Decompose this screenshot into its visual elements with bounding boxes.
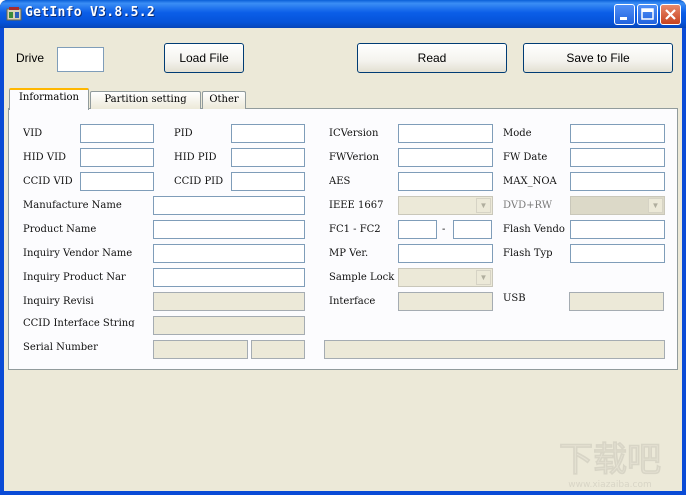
minimize-button[interactable] bbox=[614, 4, 635, 25]
drive-input[interactable] bbox=[57, 47, 104, 72]
serial-number-long-field[interactable] bbox=[324, 340, 665, 359]
mp-ver-field[interactable] bbox=[398, 244, 493, 263]
maximize-icon bbox=[641, 8, 654, 20]
ccid-vid-label: CCID VID bbox=[23, 176, 73, 187]
window-frame-right bbox=[682, 28, 686, 495]
inquiry-revision-label: Inquiry Revisi bbox=[23, 296, 94, 307]
maximize-button[interactable] bbox=[637, 4, 658, 25]
usb-field[interactable] bbox=[569, 292, 664, 311]
drive-label: Drive bbox=[16, 51, 45, 65]
inquiry-product-name-field[interactable] bbox=[153, 268, 305, 287]
fc1-fc2-label: FC1 - FC2 bbox=[329, 224, 381, 235]
ccid-interface-string-field[interactable] bbox=[153, 316, 305, 335]
xiazaiba-watermark-logo: 下载吧 www.xiazaiba.com bbox=[559, 440, 662, 490]
max-noa-label: MAX_NOA bbox=[503, 176, 557, 187]
flash-vendor-field[interactable] bbox=[570, 220, 665, 239]
ccid-vid-field[interactable] bbox=[80, 172, 154, 191]
serial-number-label: Serial Number bbox=[23, 342, 98, 353]
inquiry-vendor-name-label: Inquiry Vendor Name bbox=[23, 248, 133, 259]
hid-vid-field[interactable] bbox=[80, 148, 154, 167]
fw-date-label: FW Date bbox=[503, 152, 548, 163]
window-title: GetInfo V3.8.5.2 bbox=[25, 5, 156, 20]
flash-type-field[interactable] bbox=[570, 244, 665, 263]
fc2-field[interactable] bbox=[453, 220, 492, 239]
sample-lock-select[interactable]: ▼ bbox=[398, 268, 493, 287]
serial-number-extra-field[interactable] bbox=[251, 340, 305, 359]
inquiry-product-name-label: Inquiry Product Nar bbox=[23, 272, 126, 283]
fwverion-field[interactable] bbox=[398, 148, 493, 167]
icversion-label: ICVersion bbox=[329, 128, 379, 139]
vid-label: VID bbox=[23, 128, 43, 139]
read-button[interactable]: Read bbox=[357, 43, 507, 73]
vid-field[interactable] bbox=[80, 124, 154, 143]
chevron-down-icon: ▼ bbox=[648, 198, 663, 213]
fc-separator: - bbox=[442, 224, 446, 235]
watermark-text: 下载吧 bbox=[559, 440, 661, 480]
window-frame-bottom bbox=[0, 491, 686, 495]
save-to-file-button[interactable]: Save to File bbox=[523, 43, 673, 73]
sample-lock-label: Sample Lock bbox=[329, 272, 395, 283]
manufacture-name-label: Manufacture Name bbox=[23, 200, 122, 211]
mode-field[interactable] bbox=[570, 124, 665, 143]
fc1-field[interactable] bbox=[398, 220, 437, 239]
ccid-pid-label: CCID PID bbox=[174, 176, 224, 187]
close-icon bbox=[665, 9, 676, 20]
interface-label: Interface bbox=[329, 296, 376, 307]
hid-pid-field[interactable] bbox=[231, 148, 305, 167]
inquiry-revision-field[interactable] bbox=[153, 292, 305, 311]
max-noa-field[interactable] bbox=[570, 172, 665, 191]
minimize-icon bbox=[620, 17, 627, 20]
dvd-rw-select[interactable]: ▼ bbox=[570, 196, 665, 215]
inquiry-vendor-name-field[interactable] bbox=[153, 244, 305, 263]
ieee-1667-label: IEEE 1667 bbox=[329, 200, 384, 211]
watermark-url: www.xiazaiba.com bbox=[568, 480, 652, 490]
title-bar[interactable]: GetInfo V3.8.5.2 bbox=[0, 0, 686, 28]
hid-vid-label: HID VID bbox=[23, 152, 67, 163]
aes-field[interactable] bbox=[398, 172, 493, 191]
product-name-field[interactable] bbox=[153, 220, 305, 239]
icversion-field[interactable] bbox=[398, 124, 493, 143]
tab-other[interactable]: Other bbox=[202, 91, 246, 109]
serial-number-field[interactable] bbox=[153, 340, 248, 359]
load-file-button[interactable]: Load File bbox=[164, 43, 244, 73]
product-name-label: Product Name bbox=[23, 224, 97, 235]
fwverion-label: FWVerion bbox=[329, 152, 379, 163]
chevron-down-icon: ▼ bbox=[476, 198, 491, 213]
pid-field[interactable] bbox=[231, 124, 305, 143]
tab-information[interactable]: Information bbox=[9, 88, 89, 110]
pid-label: PID bbox=[174, 128, 193, 139]
aes-label: AES bbox=[329, 176, 351, 187]
ccid-pid-field[interactable] bbox=[231, 172, 305, 191]
mp-ver-label: MP Ver. bbox=[329, 248, 369, 259]
chevron-down-icon: ▼ bbox=[476, 270, 491, 285]
fw-date-field[interactable] bbox=[570, 148, 665, 167]
app-window: GetInfo V3.8.5.2 Drive Load File Read Sa… bbox=[0, 0, 686, 495]
ccid-interface-string-label: CCID Interface String bbox=[23, 318, 135, 327]
usb-label: USB bbox=[503, 293, 526, 304]
flash-type-label: Flash Typ bbox=[503, 248, 553, 259]
tab-partition-setting[interactable]: Partition setting bbox=[90, 91, 201, 109]
mode-label: Mode bbox=[503, 128, 532, 139]
close-button[interactable] bbox=[660, 4, 681, 25]
hid-pid-label: HID PID bbox=[174, 152, 217, 163]
manufacture-name-field[interactable] bbox=[153, 196, 305, 215]
app-icon bbox=[6, 7, 22, 21]
flash-vendor-label: Flash Vendo bbox=[503, 224, 565, 235]
dvd-rw-label: DVD+RW bbox=[503, 200, 553, 211]
interface-field[interactable] bbox=[398, 292, 493, 311]
ieee-1667-select[interactable]: ▼ bbox=[398, 196, 493, 215]
